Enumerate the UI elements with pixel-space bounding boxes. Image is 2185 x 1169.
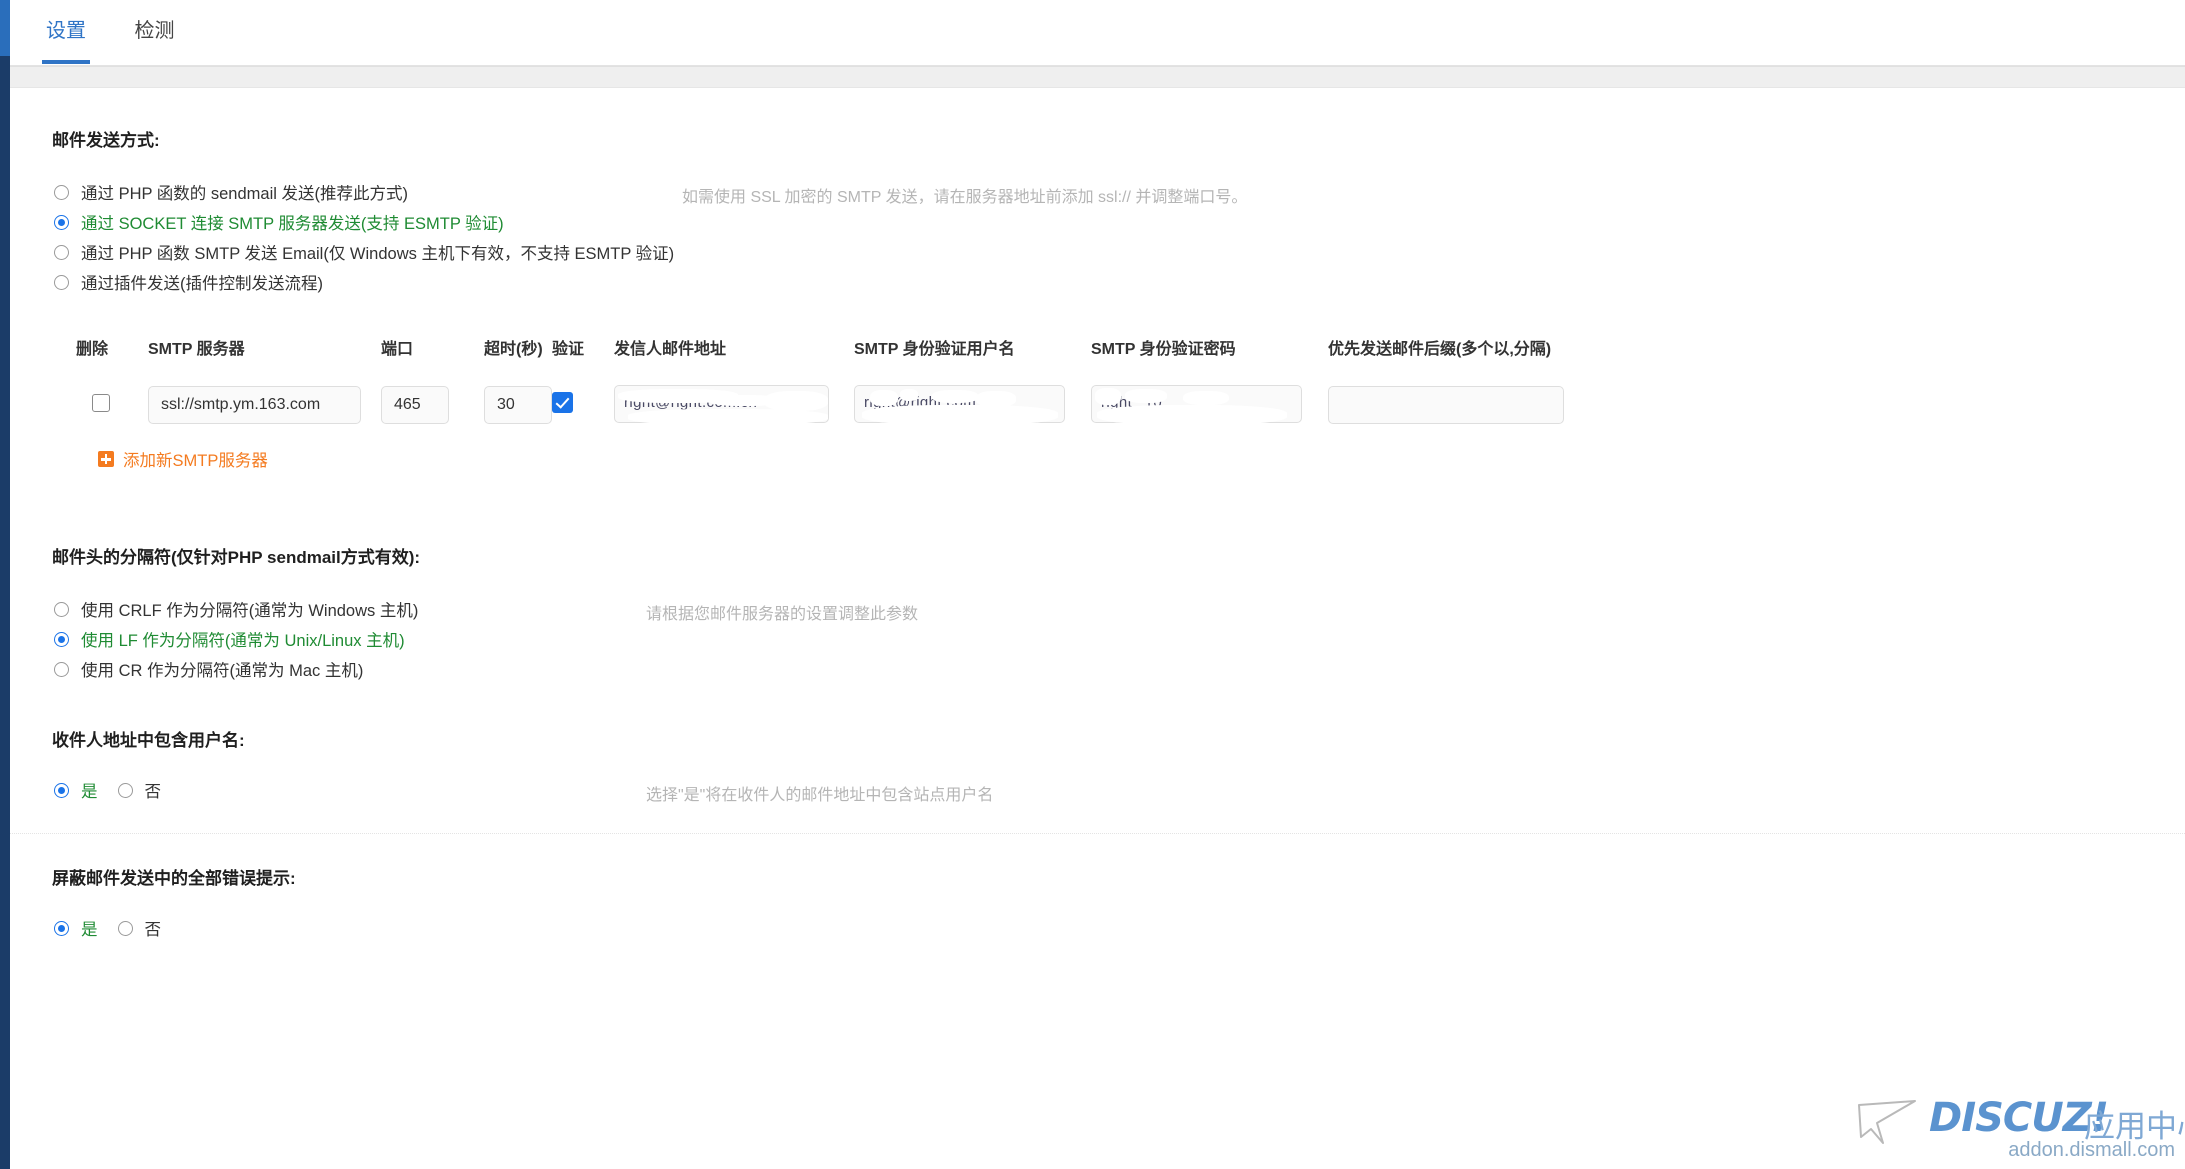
send-method-label-php-smtp: 通过 PHP 函数 SMTP 发送 Email(仅 Windows 主机下有效，… xyxy=(81,240,674,264)
hide-errors-label-no: 否 xyxy=(145,916,162,940)
include-username-option-yes[interactable]: 是 xyxy=(54,778,98,802)
separator-hint: 请根据您邮件服务器的设置调整此参数 xyxy=(646,600,918,624)
smtp-server-table: 删除 SMTP 服务器 端口 超时(秒) 验证 发信人邮件地址 SMTP 身份验… xyxy=(76,335,1628,425)
separator-option-lf[interactable]: 使用 LF 作为分隔符(通常为 Unix/Linux 主机) xyxy=(10,624,2185,654)
smtp-server-table-wrapper: 删除 SMTP 服务器 端口 超时(秒) 验证 发信人邮件地址 SMTP 身份验… xyxy=(10,335,2185,425)
add-smtp-server-label: 添加新SMTP服务器 xyxy=(123,447,268,471)
hide-errors-option-no[interactable]: 否 xyxy=(118,916,162,940)
section-band xyxy=(10,66,2185,88)
smtp-port-input[interactable] xyxy=(381,386,449,424)
th-username: SMTP 身份验证用户名 xyxy=(854,335,1091,373)
smtp-timeout-input[interactable] xyxy=(484,386,552,424)
include-username-options: 是 否 xyxy=(10,775,2185,805)
tab-bar: 设置 检测 xyxy=(10,0,2185,66)
left-rail-top-accent xyxy=(0,0,10,56)
separator-label-cr: 使用 CR 作为分隔符(通常为 Mac 主机) xyxy=(81,657,363,681)
hide-errors-title: 屏蔽邮件发送中的全部错误提示: xyxy=(10,864,2185,889)
tab-settings[interactable]: 设置 xyxy=(42,0,90,64)
tab-detect[interactable]: 检测 xyxy=(130,0,178,64)
radio-include-username-yes[interactable] xyxy=(54,783,69,798)
radio-php-smtp[interactable] xyxy=(54,245,69,260)
cell-from: right@right.com.cn xyxy=(614,373,854,425)
cell-suffix xyxy=(1328,373,1628,425)
separator-label-crlf: 使用 CRLF 作为分隔符(通常为 Windows 主机) xyxy=(81,597,418,621)
cell-server xyxy=(148,373,381,425)
th-verify: 验证 xyxy=(552,335,614,373)
smtp-server-input[interactable] xyxy=(148,386,361,424)
radio-crlf[interactable] xyxy=(54,602,69,617)
plus-icon xyxy=(98,451,114,467)
smtp-username-input[interactable] xyxy=(854,385,1065,423)
delete-row-checkbox[interactable] xyxy=(92,394,110,412)
th-timeout: 超时(秒) xyxy=(484,335,552,373)
hide-errors-label-yes: 是 xyxy=(81,916,98,940)
radio-socket[interactable] xyxy=(54,215,69,230)
separator-label-lf: 使用 LF 作为分隔符(通常为 Unix/Linux 主机) xyxy=(81,627,405,651)
cell-verify xyxy=(552,373,614,425)
radio-sendmail[interactable] xyxy=(54,185,69,200)
cell-timeout xyxy=(484,373,552,425)
send-method-title: 邮件发送方式: xyxy=(10,126,2185,151)
hide-errors-option-yes[interactable]: 是 xyxy=(54,916,98,940)
send-method-option-php-smtp[interactable]: 通过 PHP 函数 SMTP 发送 Email(仅 Windows 主机下有效，… xyxy=(10,237,2185,267)
include-username-title: 收件人地址中包含用户名: xyxy=(10,726,2185,751)
include-username-hint: 选择"是"将在收件人的邮件地址中包含站点用户名 xyxy=(646,781,993,805)
smtp-password-input[interactable] xyxy=(1091,385,1302,423)
cursor-arrow-icon xyxy=(1857,1095,1919,1147)
table-row: right@right.com.cn right@right.com.cn xyxy=(76,373,1628,425)
send-method-option-socket[interactable]: 通过 SOCKET 连接 SMTP 服务器发送(支持 ESMTP 验证) xyxy=(10,207,2185,237)
radio-lf[interactable] xyxy=(54,632,69,647)
add-smtp-server-button[interactable]: 添加新SMTP服务器 xyxy=(10,447,268,471)
page-root: 设置 检测 邮件发送方式: 如需使用 SSL 加密的 SMTP 发送，请在服务器… xyxy=(10,0,2185,1169)
section-divider xyxy=(10,833,2185,834)
th-from: 发信人邮件地址 xyxy=(614,335,854,373)
separator-title: 邮件头的分隔符(仅针对PHP sendmail方式有效): xyxy=(10,543,2185,568)
include-username-label-no: 否 xyxy=(145,778,162,802)
sender-email-input[interactable] xyxy=(614,385,829,423)
send-method-option-plugin[interactable]: 通过插件发送(插件控制发送流程) xyxy=(10,267,2185,297)
separator-option-cr[interactable]: 使用 CR 作为分隔符(通常为 Mac 主机) xyxy=(10,654,2185,684)
discuz-watermark: DISCUZ! 应用中心 addon.dismall.com xyxy=(1851,1079,2181,1165)
smtp-username-redacted: right@right.com.cn xyxy=(854,385,1065,425)
cell-username: right@right.com.cn xyxy=(854,373,1091,425)
send-method-label-socket: 通过 SOCKET 连接 SMTP 服务器发送(支持 ESMTP 验证) xyxy=(81,210,504,234)
th-suffix: 优先发送邮件后缀(多个以,分隔) xyxy=(1328,335,1628,373)
settings-content: 邮件发送方式: 如需使用 SSL 加密的 SMTP 发送，请在服务器地址前添加 … xyxy=(10,126,2185,943)
th-delete: 删除 xyxy=(76,335,148,373)
cell-delete xyxy=(76,373,148,425)
separator-option-crlf[interactable]: 使用 CRLF 作为分隔符(通常为 Windows 主机) xyxy=(10,594,2185,624)
smtp-suffix-input[interactable] xyxy=(1328,386,1564,424)
smtp-password-redacted: right**10 xyxy=(1091,385,1302,425)
radio-include-username-no[interactable] xyxy=(118,783,133,798)
table-header-row: 删除 SMTP 服务器 端口 超时(秒) 验证 发信人邮件地址 SMTP 身份验… xyxy=(76,335,1628,373)
discuz-brand-text: DISCUZ! xyxy=(1929,1095,2108,1141)
th-port: 端口 xyxy=(381,335,484,373)
hide-errors-options: 是 否 xyxy=(10,913,2185,943)
radio-hide-errors-no[interactable] xyxy=(118,921,133,936)
radio-plugin[interactable] xyxy=(54,275,69,290)
cell-port xyxy=(381,373,484,425)
sender-email-redacted: right@right.com.cn xyxy=(614,385,829,425)
include-username-label-yes: 是 xyxy=(81,778,98,802)
radio-cr[interactable] xyxy=(54,662,69,677)
radio-hide-errors-yes[interactable] xyxy=(54,921,69,936)
smtp-verify-checkbox[interactable] xyxy=(552,392,573,413)
th-password: SMTP 身份验证密码 xyxy=(1091,335,1328,373)
th-server: SMTP 服务器 xyxy=(148,335,381,373)
discuz-url-text: addon.dismall.com xyxy=(2008,1139,2175,1162)
left-rail xyxy=(0,0,10,1169)
send-method-label-sendmail: 通过 PHP 函数的 sendmail 发送(推荐此方式) xyxy=(81,180,408,204)
discuz-center-text: 应用中心 xyxy=(2084,1101,2185,1146)
send-method-label-plugin: 通过插件发送(插件控制发送流程) xyxy=(81,270,323,294)
include-username-option-no[interactable]: 否 xyxy=(118,778,162,802)
cell-password: right**10 xyxy=(1091,373,1328,425)
send-method-hint: 如需使用 SSL 加密的 SMTP 发送，请在服务器地址前添加 ssl:// 并… xyxy=(682,183,1247,207)
